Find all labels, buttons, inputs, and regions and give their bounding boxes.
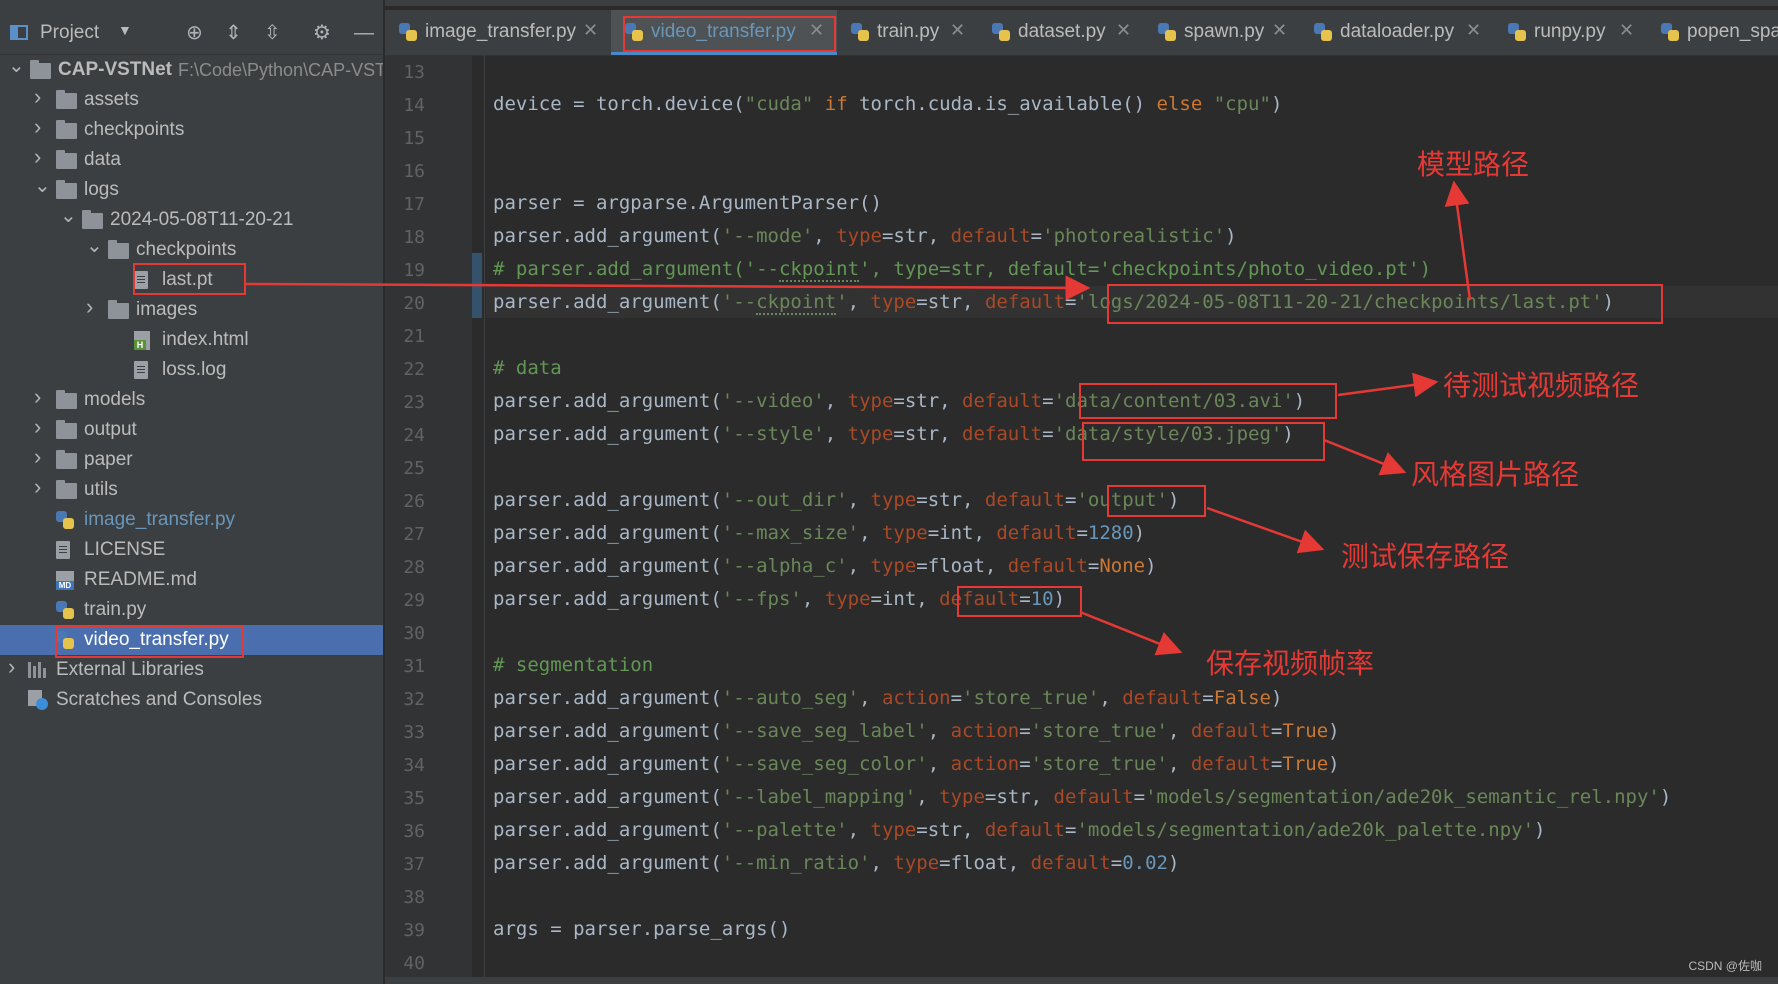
output-path-annotation: 测试保存路径 [1341,540,1510,573]
watermark: CSDN @佐咖 [1688,959,1762,973]
arrow-to-style-label [1323,438,1407,476]
style-path-annotation: 风格图片路径 [1411,458,1580,491]
arrow-to-video-label [1337,372,1439,398]
arrow-to-model-label [1444,180,1472,301]
arrow-to-ckpoint [245,275,1091,301]
fps-annotation: 保存视频帧率 [1206,647,1375,680]
arrow-to-output-label [1206,506,1325,554]
arrow-to-fps-label [1079,610,1183,656]
video-path-annotation: 待测试视频路径 [1443,369,1640,402]
model-path-annotation: 模型路径 [1417,148,1530,181]
